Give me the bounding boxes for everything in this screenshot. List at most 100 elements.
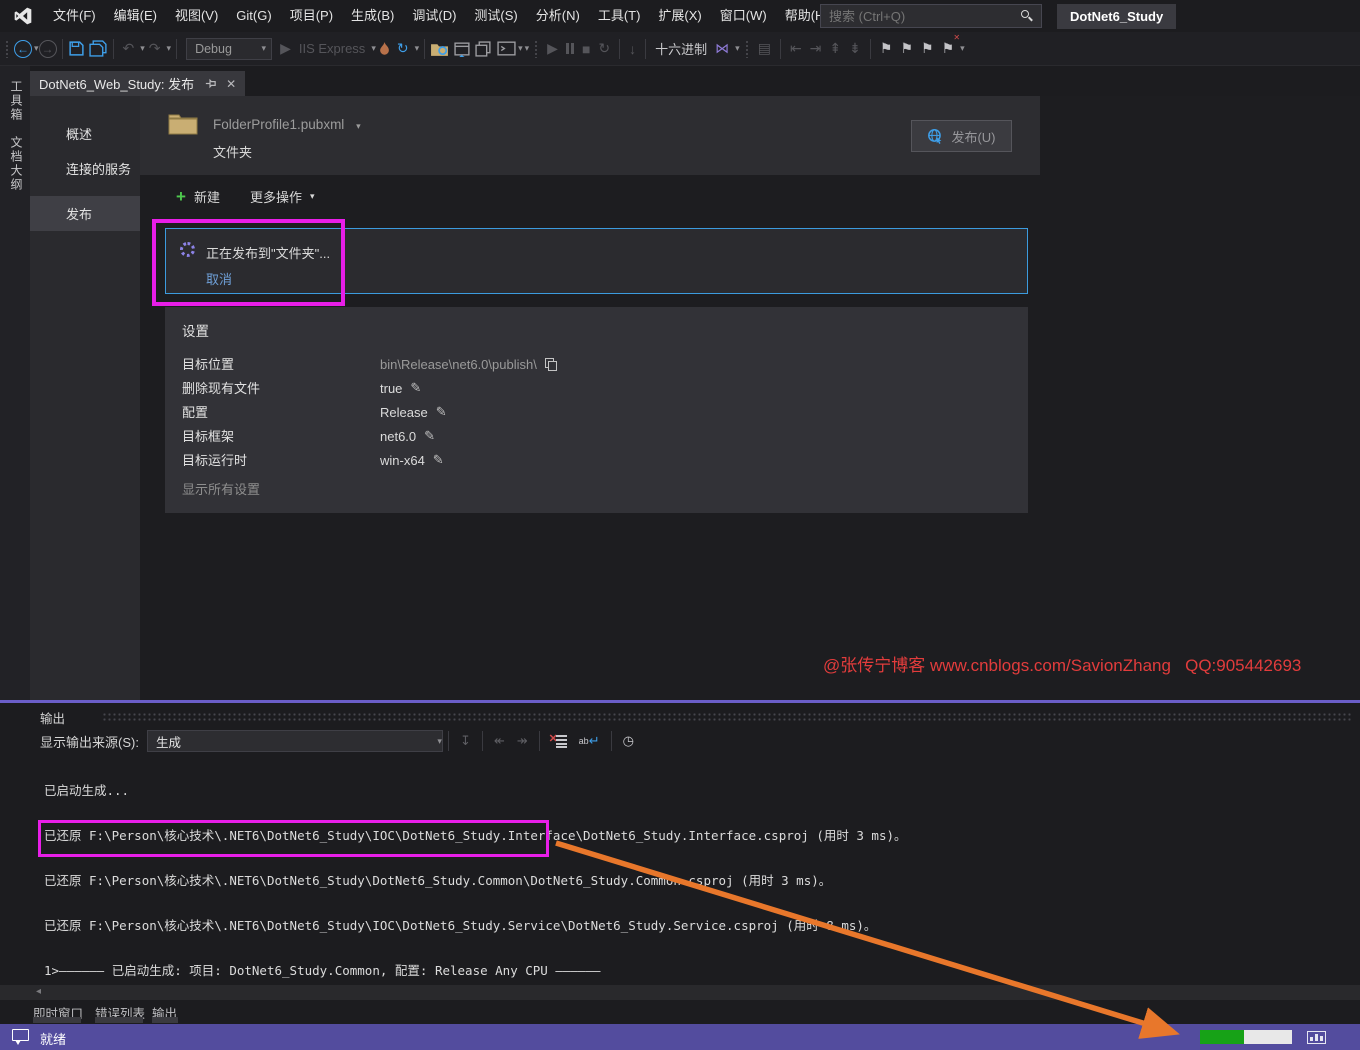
redo-icon[interactable]: ↷ (145, 36, 165, 62)
feedback-bubble-icon[interactable] (12, 1029, 29, 1041)
bookmarks-overflow-icon[interactable]: ▾ (960, 43, 965, 54)
paste-icon[interactable]: ▤ (754, 36, 775, 62)
hexadecimal-toggle[interactable]: 十六进制 (651, 39, 711, 58)
clear-bookmarks-icon[interactable]: ⚑✕ (938, 36, 959, 62)
redo-dropdown-icon[interactable]: ▾ (167, 43, 172, 54)
copy-path-icon[interactable] (545, 358, 557, 371)
red-x-badge: ✕ (953, 33, 960, 42)
toolbar-separator (645, 39, 646, 59)
toolbar-grip[interactable] (534, 40, 538, 58)
back-dropdown-icon[interactable]: ▾ (34, 43, 39, 54)
status-bar: 就绪 (0, 1024, 1360, 1050)
restart-icon[interactable]: ↻ (594, 36, 614, 62)
solution-configuration-select[interactable]: Debug ▾ (186, 38, 272, 60)
output-source-select[interactable]: 生成 ▾ (147, 730, 443, 752)
menu-file[interactable]: 文件(F) (44, 0, 105, 32)
toolbar-separator (448, 731, 449, 751)
sidebar-item-connected-services[interactable]: 连接的服务 (30, 151, 140, 186)
more-actions-button[interactable]: 更多操作 ▾ (250, 187, 315, 206)
restart-app-icon[interactable]: ↻ (393, 36, 413, 62)
comment-icon[interactable]: ⇞ (825, 36, 845, 62)
publish-button[interactable]: 发布(U) (911, 120, 1012, 152)
cancel-publish-link[interactable]: 取消 (206, 269, 232, 288)
timestamp-icon[interactable]: ◷ (617, 733, 640, 749)
sidebar-item-publish[interactable]: 发布 (30, 196, 140, 231)
show-all-settings-link[interactable]: 显示所有设置 (182, 479, 260, 498)
goto-message-icon[interactable]: ↧ (454, 733, 477, 749)
sidebar-item-overview[interactable]: 概述 (30, 116, 140, 151)
menu-view[interactable]: 视图(V) (166, 0, 227, 32)
edit-pencil-icon[interactable]: ✎ (424, 428, 435, 444)
settings-panel: 设置 目标位置 bin\Release\net6.0\publish\ 删除现有… (165, 307, 1028, 513)
toolbar-grip[interactable] (745, 40, 749, 58)
build-progress-bar (1200, 1030, 1292, 1044)
quick-search-box[interactable] (820, 4, 1042, 28)
previous-bookmark-icon[interactable]: ⚑ (896, 36, 917, 62)
terminal-caret-icon[interactable]: ▾ (518, 43, 523, 54)
terminal-icon[interactable] (497, 41, 516, 56)
menu-git[interactable]: Git(G) (227, 0, 280, 32)
profile-caret-icon: ▾ (356, 121, 361, 131)
menu-tools[interactable]: 工具(T) (589, 0, 650, 32)
run-target-label[interactable]: IIS Express (295, 36, 369, 62)
clear-all-icon[interactable]: ✕ (551, 735, 567, 748)
save-all-icon[interactable] (89, 40, 108, 57)
toolbar-grip[interactable] (5, 40, 9, 58)
restart-caret-icon[interactable]: ▾ (415, 43, 420, 54)
sidebar-tab-document-outline[interactable]: 文档大纲 (8, 136, 25, 192)
menu-window[interactable]: 窗口(W) (711, 0, 776, 32)
uncomment-icon[interactable]: ⇟ (845, 36, 865, 62)
sidebar-tab-toolbox[interactable]: 工具箱 (8, 80, 25, 122)
list-lines-glyph (556, 735, 567, 748)
new-profile-button[interactable]: 新建 (194, 187, 220, 206)
close-tab-icon[interactable]: ✕ (226, 77, 236, 91)
decrease-indent-icon[interactable]: ⇤ (786, 36, 806, 62)
undo-icon[interactable]: ↶ (119, 36, 139, 62)
pause-icon[interactable] (562, 43, 578, 54)
stop-icon[interactable]: ■ (578, 36, 594, 62)
word-wrap-icon[interactable]: ab ↵ (579, 733, 600, 749)
document-tab-publish[interactable]: DotNet6_Web_Study: 发布 ✕ (30, 71, 245, 96)
increase-indent-icon[interactable]: ⇥ (806, 36, 826, 62)
menu-test[interactable]: 测试(S) (465, 0, 526, 32)
menu-extensions[interactable]: 扩展(X) (649, 0, 710, 32)
new-window-icon[interactable] (454, 41, 471, 57)
menu-project[interactable]: 项目(P) (281, 0, 342, 32)
next-message-icon[interactable]: ↠ (511, 733, 534, 749)
notifications-icon[interactable] (1307, 1031, 1326, 1044)
profile-select[interactable]: FolderProfile1.pubxml ▾ (213, 117, 361, 132)
menu-analyze[interactable]: 分析(N) (527, 0, 589, 32)
parallel-stacks-icon[interactable]: ⋈ (711, 36, 733, 62)
continue-icon[interactable]: ▶ (543, 36, 562, 62)
edit-pencil-icon[interactable]: ✎ (433, 452, 444, 468)
copy-window-icon[interactable] (475, 41, 492, 57)
horizontal-scrollbar[interactable]: ◂ (0, 985, 1360, 1000)
navigate-back-icon[interactable]: ← (14, 40, 32, 58)
find-in-files-icon[interactable] (430, 41, 449, 57)
next-bookmark-icon[interactable]: ⚑ (917, 36, 938, 62)
previous-message-icon[interactable]: ↞ (488, 733, 511, 749)
panel-splitter[interactable] (0, 700, 1360, 703)
start-debug-icon[interactable]: ▶ (276, 36, 295, 62)
navigate-forward-icon[interactable]: → (39, 40, 57, 58)
step-over-icon[interactable]: ↓ (625, 36, 640, 62)
hot-reload-icon[interactable] (379, 42, 390, 56)
publish-globe-icon (927, 128, 944, 145)
publishing-status-text: 正在发布到"文件夹"... (206, 243, 330, 262)
output-toolbar: 显示输出来源(S): 生成 ▾ ↧ ↞ ↠ ✕ ab ↵ ◷ (0, 728, 1360, 754)
toolbar-overflow-icon[interactable]: ▾ (525, 43, 530, 54)
search-icon (1020, 10, 1032, 22)
toggle-bookmark-icon[interactable]: ⚑ (876, 36, 897, 62)
edit-pencil-icon[interactable]: ✎ (436, 404, 447, 420)
scroll-left-arrow-icon[interactable]: ◂ (36, 986, 41, 997)
menu-debug[interactable]: 调试(D) (403, 0, 465, 32)
debug-overflow-icon[interactable]: ▾ (735, 43, 740, 54)
search-input[interactable] (821, 9, 1020, 24)
edit-pencil-icon[interactable]: ✎ (410, 380, 421, 396)
menu-build[interactable]: 生成(B) (342, 0, 403, 32)
pin-icon[interactable] (204, 77, 217, 90)
menu-edit[interactable]: 编辑(E) (105, 0, 166, 32)
output-line: 已还原 F:\Person\核心技术\.NET6\DotNet6_Study\I… (44, 828, 1344, 843)
run-target-caret-icon[interactable]: ▾ (371, 43, 376, 54)
save-icon[interactable] (68, 40, 85, 57)
